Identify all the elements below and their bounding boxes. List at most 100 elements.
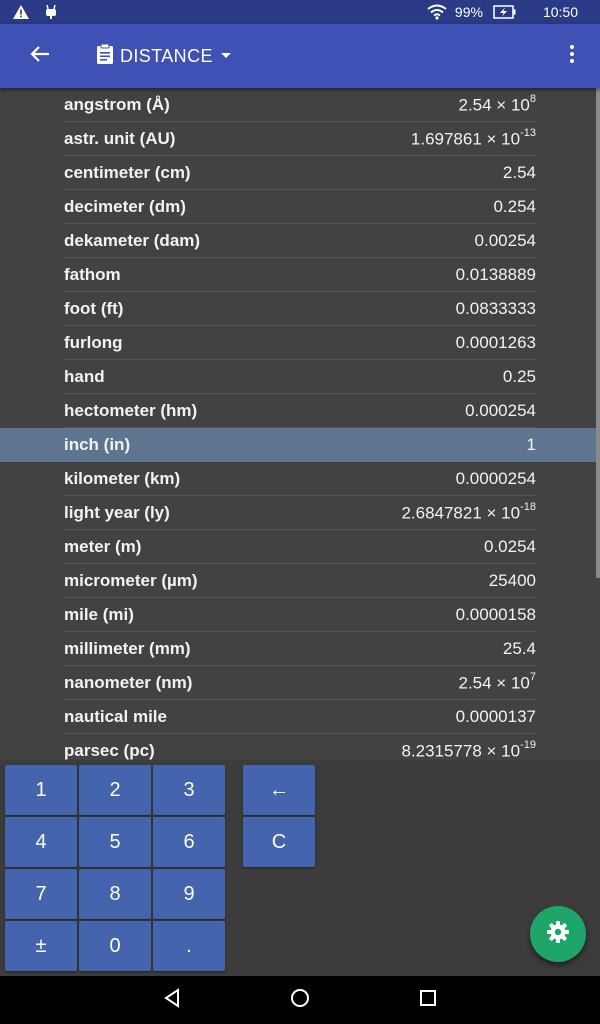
unit-value-exponent: 7 bbox=[529, 670, 536, 683]
unit-row[interactable]: millimeter (mm) 25.4 bbox=[0, 632, 600, 666]
unit-value: 25400 bbox=[489, 571, 536, 591]
more-options-button[interactable] bbox=[544, 24, 600, 88]
keypad-key[interactable]: . bbox=[153, 921, 225, 971]
unit-value-mantissa: 0.0001263 bbox=[455, 333, 536, 352]
unit-value: 2.54 × 107 bbox=[458, 670, 537, 694]
unit-value-mantissa: 8.2315778 × 10 bbox=[401, 741, 521, 760]
unit-row[interactable]: furlong 0.0001263 bbox=[0, 326, 600, 360]
unit-value: 0.0138889 bbox=[456, 265, 536, 285]
unit-name: decimeter (dm) bbox=[64, 197, 186, 216]
unit-row[interactable]: hectometer (hm) 0.000254 bbox=[0, 394, 600, 428]
unit-row[interactable]: meter (m) 0.0254 bbox=[0, 530, 600, 564]
unit-name: mile (mi) bbox=[64, 605, 134, 624]
unit-row[interactable]: mile (mi) 0.0000158 bbox=[0, 598, 600, 632]
unit-value: 2.54 bbox=[503, 163, 536, 183]
unit-value: 25.4 bbox=[503, 639, 536, 659]
unit-value-mantissa: 2.54 bbox=[502, 163, 536, 182]
unit-value: 1.697861 × 10-13 bbox=[410, 126, 536, 150]
unit-name: astr. unit (AU) bbox=[64, 129, 176, 148]
unit-name: centimeter (cm) bbox=[64, 163, 191, 182]
keypad-key[interactable]: 4 bbox=[5, 817, 77, 867]
unit-value-mantissa: 0.000254 bbox=[465, 401, 536, 420]
unit-row[interactable]: light year (ly) 2.6847821 × 10-18 bbox=[0, 496, 600, 530]
unit-value: 8.2315778 × 10-19 bbox=[401, 739, 536, 760]
settings-fab[interactable] bbox=[530, 906, 586, 962]
wifi-icon bbox=[427, 4, 447, 20]
unit-row[interactable]: centimeter (cm) 2.54 bbox=[0, 156, 600, 190]
nav-home-button[interactable] bbox=[270, 976, 330, 1024]
unit-name: micrometer (µm) bbox=[64, 571, 198, 590]
unit-row[interactable]: angstrom (Å) 2.54 × 108 bbox=[0, 88, 600, 122]
unit-row[interactable]: micrometer (µm) 25400 bbox=[0, 564, 600, 598]
battery-charging-icon bbox=[493, 5, 517, 19]
unit-value-mantissa: 2.54 × 10 bbox=[458, 673, 530, 693]
unit-value-mantissa: 1.697861 × 10 bbox=[410, 129, 521, 149]
navigation-bar bbox=[0, 976, 600, 1024]
keypad-key[interactable]: 7 bbox=[5, 869, 77, 919]
nav-back-button[interactable] bbox=[142, 976, 202, 1024]
keypad-key[interactable]: 6 bbox=[153, 817, 225, 867]
unit-value: 0.0000254 bbox=[456, 469, 536, 489]
nav-recents-button[interactable] bbox=[398, 976, 458, 1024]
unit-row[interactable]: foot (ft) 0.0833333 bbox=[0, 292, 600, 326]
unit-value-mantissa: 25400 bbox=[488, 571, 536, 590]
unit-value-exponent: -18 bbox=[520, 500, 536, 513]
unit-value-mantissa: 0.0833333 bbox=[455, 299, 536, 318]
unit-value-mantissa: 0.00254 bbox=[474, 231, 536, 250]
keypad-key[interactable]: 1 bbox=[5, 765, 77, 815]
unit-name: nautical mile bbox=[64, 707, 167, 726]
keypad-key[interactable]: ± bbox=[5, 921, 77, 971]
unit-value-exponent: 8 bbox=[529, 92, 536, 105]
unit-row[interactable]: nautical mile 0.0000137 bbox=[0, 700, 600, 734]
backspace-key[interactable]: ← bbox=[243, 765, 315, 815]
unit-name: foot (ft) bbox=[64, 299, 124, 318]
unit-list[interactable]: angstrom (Å) 2.54 × 108 astr. unit (AU) 1.6… bbox=[0, 88, 600, 760]
clear-key[interactable]: C bbox=[243, 817, 315, 867]
unit-name: fathom bbox=[64, 265, 121, 284]
unit-row[interactable]: hand 0.25 bbox=[0, 360, 600, 394]
unit-row[interactable]: kilometer (km) 0.0000254 bbox=[0, 462, 600, 496]
unit-value: 1 bbox=[527, 435, 536, 455]
unit-value: 2.6847821 × 10-18 bbox=[401, 500, 536, 524]
page-title: DISTANCE bbox=[120, 45, 213, 66]
unit-row[interactable]: nanometer (nm) 2.54 × 107 bbox=[0, 666, 600, 700]
unit-value-mantissa: 25.4 bbox=[502, 639, 536, 658]
warning-icon bbox=[12, 4, 30, 20]
battery-percentage: 99% bbox=[454, 4, 483, 20]
unit-name: millimeter (mm) bbox=[64, 639, 191, 658]
back-arrow-icon bbox=[30, 45, 50, 68]
unit-name: hectometer (hm) bbox=[64, 401, 198, 420]
category-selector[interactable]: DISTANCE bbox=[96, 43, 233, 70]
unit-row[interactable]: astr. unit (AU) 1.697861 × 10-13 bbox=[0, 122, 600, 156]
unit-row[interactable]: fathom 0.0138889 bbox=[0, 258, 600, 292]
unit-row[interactable]: parsec (pc) 8.2315778 × 10-19 bbox=[0, 734, 600, 760]
nav-home-icon bbox=[290, 988, 310, 1013]
unit-name: dekameter (dam) bbox=[64, 231, 201, 250]
unit-value: 0.25 bbox=[503, 367, 536, 387]
unit-value-exponent: -13 bbox=[520, 126, 536, 139]
keypad-key[interactable]: 0 bbox=[79, 921, 151, 971]
unit-row[interactable]: inch (in) 1 bbox=[0, 428, 600, 462]
keypad-key[interactable]: 2 bbox=[79, 765, 151, 815]
unit-value-mantissa: 0.0000158 bbox=[455, 605, 536, 624]
keypad-key[interactable]: 8 bbox=[79, 869, 151, 919]
unit-name: inch (in) bbox=[64, 435, 131, 454]
unit-value-mantissa: 0.0138889 bbox=[455, 265, 536, 284]
unit-name: nanometer (nm) bbox=[64, 673, 193, 692]
keypad-key[interactable]: 3 bbox=[153, 765, 225, 815]
dropdown-arrow-icon bbox=[219, 47, 233, 65]
unit-value-mantissa: 2.54 × 10 bbox=[458, 95, 530, 115]
back-button[interactable] bbox=[0, 24, 80, 88]
unit-value-mantissa: 0.25 bbox=[502, 367, 536, 386]
unit-name: angstrom (Å) bbox=[64, 95, 170, 114]
unit-name: kilometer (km) bbox=[64, 469, 181, 488]
unit-value: 0.0000158 bbox=[456, 605, 536, 625]
unit-row[interactable]: dekameter (dam) 0.00254 bbox=[0, 224, 600, 258]
unit-value: 0.00254 bbox=[475, 231, 536, 251]
scrollbar[interactable] bbox=[596, 88, 600, 578]
unit-row[interactable]: decimeter (dm) 0.254 bbox=[0, 190, 600, 224]
unit-value-mantissa: 0.0254 bbox=[484, 537, 536, 556]
keypad-key[interactable]: 9 bbox=[153, 869, 225, 919]
unit-name: hand bbox=[64, 367, 105, 386]
keypad-key[interactable]: 5 bbox=[79, 817, 151, 867]
